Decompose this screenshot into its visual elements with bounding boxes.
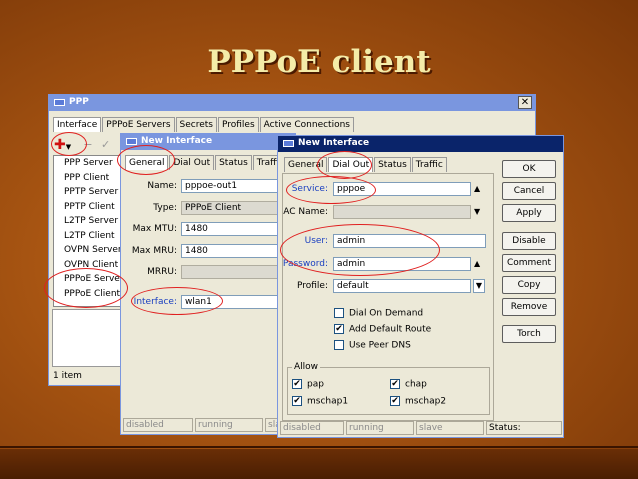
- highlight-oval: [286, 176, 376, 204]
- tab-dial-out[interactable]: Dial Out: [169, 155, 215, 170]
- mrru-field[interactable]: [181, 265, 291, 279]
- add-default-route-checkbox[interactable]: ✔ Add Default Route: [334, 324, 431, 335]
- toolbar-check-icon[interactable]: ✓: [101, 138, 117, 154]
- status-slave: slave: [416, 421, 484, 435]
- footer-line: [0, 446, 638, 448]
- profile-field[interactable]: default: [333, 279, 471, 293]
- ppp-tabs: Interface PPPoE Servers Secrets Profiles…: [53, 117, 355, 132]
- use-peer-dns-checkbox[interactable]: Use Peer DNS: [334, 340, 411, 351]
- tab-status[interactable]: Status: [374, 157, 411, 172]
- max-mtu-field[interactable]: 1480: [181, 222, 291, 236]
- ac-name-label: AC Name:: [283, 207, 328, 217]
- close-icon[interactable]: ✕: [518, 96, 532, 109]
- apply-button[interactable]: Apply: [502, 204, 556, 222]
- highlight-oval: [317, 151, 372, 179]
- tab-secrets[interactable]: Secrets: [175, 117, 217, 132]
- allow-label: Allow: [292, 362, 321, 372]
- use-peer-dns-label: Use Peer DNS: [349, 340, 411, 351]
- dial-on-demand-checkbox[interactable]: Dial On Demand: [334, 308, 423, 319]
- menu-item-l2tp-client[interactable]: L2TP Client: [54, 229, 124, 244]
- status-label: Status:: [486, 421, 562, 435]
- allow-mschap2-checkbox[interactable]: ✔ mschap2: [390, 396, 446, 407]
- item-count: 1 item: [53, 371, 82, 381]
- new-interface-2-title: New Interface: [298, 138, 370, 148]
- allow-chap-checkbox[interactable]: ✔ chap: [390, 379, 427, 390]
- ac-name-field[interactable]: [333, 205, 471, 219]
- status-disabled: disabled: [280, 421, 344, 435]
- menu-item-pptp-server[interactable]: PPTP Server: [54, 185, 124, 200]
- max-mtu-label: Max MTU:: [132, 224, 177, 234]
- checkbox-box[interactable]: ✔: [334, 324, 344, 334]
- window-icon: [283, 140, 294, 147]
- status-running: running: [346, 421, 414, 435]
- allow-group: [287, 367, 490, 415]
- caret-up-icon[interactable]: ▲: [474, 184, 480, 194]
- window-icon: [54, 99, 65, 106]
- checkbox-box[interactable]: ✔: [390, 396, 400, 406]
- type-field: PPPoE Client: [181, 201, 291, 215]
- cancel-button[interactable]: Cancel: [502, 182, 556, 200]
- menu-item-ppp-server[interactable]: PPP Server: [54, 156, 124, 171]
- caret-up-icon[interactable]: ▲: [474, 259, 480, 269]
- allow-pap-checkbox[interactable]: ✔ pap: [292, 379, 324, 390]
- tab-pppoe-servers[interactable]: PPPoE Servers: [102, 117, 175, 132]
- dial-on-demand-label: Dial On Demand: [349, 308, 424, 319]
- checkbox-box[interactable]: [334, 340, 344, 350]
- highlight-oval: [44, 268, 128, 308]
- tab-interface[interactable]: Interface: [53, 117, 102, 132]
- allow-pap-label: pap: [307, 379, 324, 390]
- allow-mschap1-checkbox[interactable]: ✔ mschap1: [292, 396, 348, 407]
- name-field[interactable]: pppoe-out1: [181, 179, 291, 193]
- ppp-titlebar[interactable]: PPP ✕: [49, 95, 535, 111]
- tab-traffic[interactable]: Traffic: [411, 157, 447, 172]
- name-label: Name:: [147, 181, 177, 191]
- status-disabled: disabled: [123, 418, 193, 432]
- allow-chap-label: chap: [405, 379, 427, 390]
- menu-item-pptp-client[interactable]: PPTP Client: [54, 200, 124, 215]
- menu-item-l2tp-server[interactable]: L2TP Server: [54, 214, 124, 229]
- checkbox-box[interactable]: ✔: [390, 379, 400, 389]
- slide-footer-band: [0, 449, 638, 479]
- type-label: Type:: [153, 203, 177, 213]
- disable-button[interactable]: Disable: [502, 232, 556, 250]
- menu-item-ppp-client[interactable]: PPP Client: [54, 171, 124, 186]
- allow-mschap1-label: mschap1: [307, 396, 349, 407]
- new-interface-2-titlebar[interactable]: New Interface: [278, 136, 563, 152]
- highlight-oval: [117, 145, 175, 175]
- copy-button[interactable]: Copy: [502, 276, 556, 294]
- checkbox-box[interactable]: ✔: [292, 379, 302, 389]
- menu-item-ovpn-server[interactable]: OVPN Server: [54, 243, 124, 258]
- comment-button[interactable]: Comment: [502, 254, 556, 272]
- dropdown-arrow-icon[interactable]: ▼: [473, 279, 485, 293]
- max-mru-label: Max MRU:: [131, 246, 177, 256]
- new-interface-general-window: New Interface General Dial Out Status Tr…: [120, 133, 296, 435]
- caret-down-icon[interactable]: ▼: [474, 207, 480, 217]
- checkbox-box[interactable]: ✔: [292, 396, 302, 406]
- tab-profiles[interactable]: Profiles: [217, 117, 259, 132]
- max-mru-field[interactable]: 1480: [181, 244, 291, 258]
- torch-button[interactable]: Torch: [502, 325, 556, 343]
- remove-button[interactable]: Remove: [502, 298, 556, 316]
- tab-active-connections[interactable]: Active Connections: [259, 117, 354, 132]
- ok-button[interactable]: OK: [502, 160, 556, 178]
- allow-mschap2-label: mschap2: [405, 396, 447, 407]
- highlight-oval: [51, 132, 87, 156]
- mrru-label: MRRU:: [147, 267, 177, 277]
- profile-label: Profile:: [296, 281, 328, 291]
- window-icon: [126, 138, 137, 145]
- status-running: running: [195, 418, 263, 432]
- highlight-oval: [280, 224, 440, 276]
- ppp-title: PPP: [69, 97, 89, 107]
- add-default-route-label: Add Default Route: [349, 324, 432, 335]
- checkbox-box[interactable]: [334, 308, 344, 318]
- slide-title: PPPoE client: [207, 44, 431, 80]
- interface-list[interactable]: [52, 309, 124, 367]
- tab-status[interactable]: Status: [215, 155, 252, 170]
- highlight-oval: [131, 287, 223, 315]
